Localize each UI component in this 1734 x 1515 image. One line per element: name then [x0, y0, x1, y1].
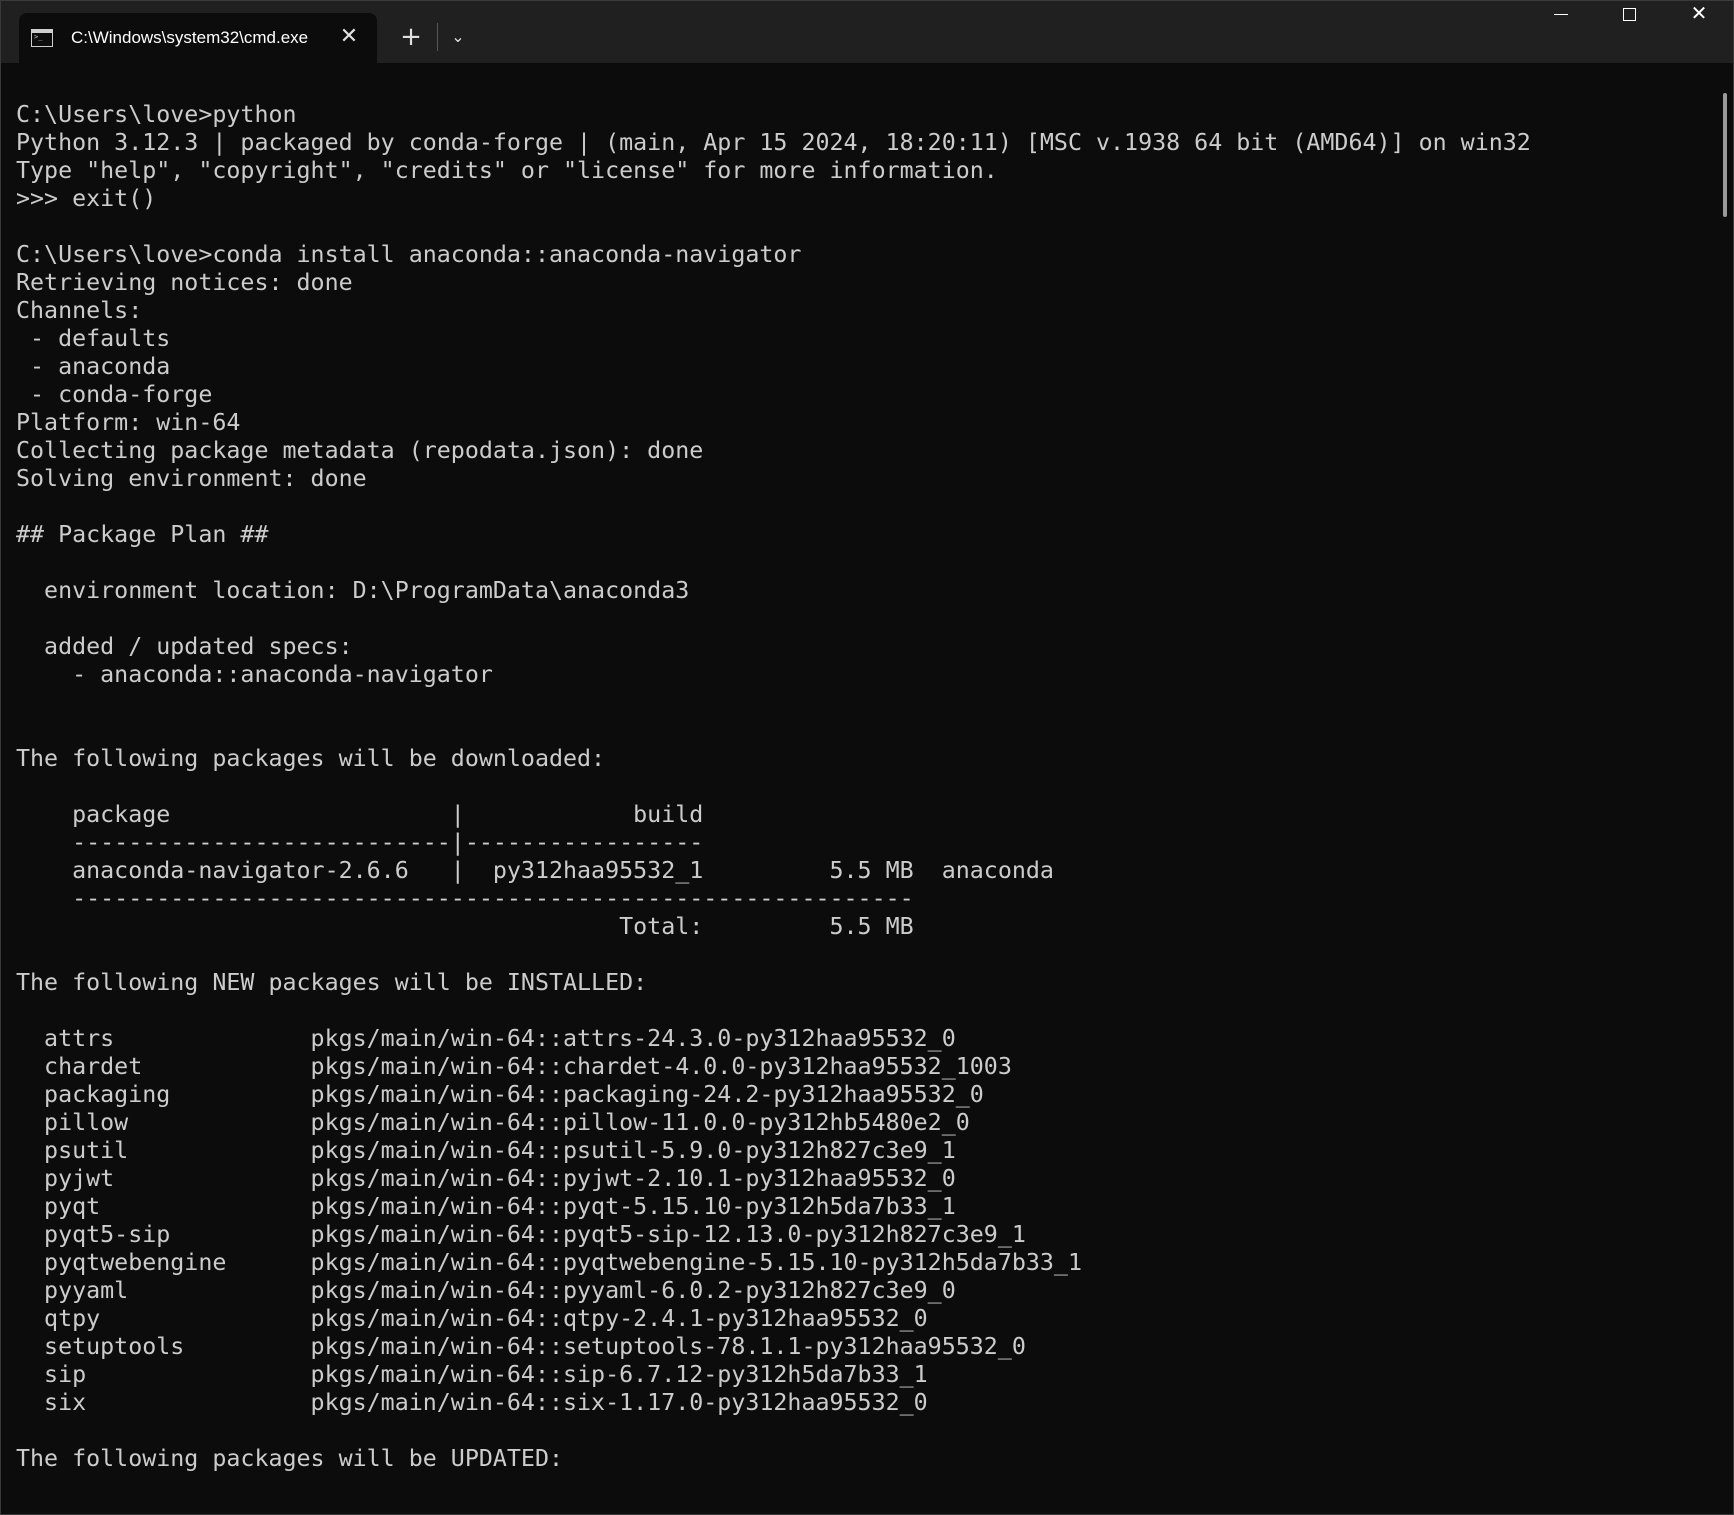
minimize-button[interactable]: [1527, 1, 1595, 63]
terminal-line: pyqt pkgs/main/win-64::pyqt-5.15.10-py31…: [16, 1193, 956, 1220]
tab-title: C:\Windows\system32\cmd.exe: [71, 28, 309, 47]
terminal-line: Type "help", "copyright", "credits" or "…: [16, 157, 998, 184]
terminal-line: added / updated specs:: [16, 633, 353, 660]
terminal-line: setuptools pkgs/main/win-64::setuptools-…: [16, 1333, 1026, 1360]
terminal-line: Retrieving notices: done: [16, 269, 353, 296]
maximize-icon: [1622, 8, 1636, 21]
terminal-line: six pkgs/main/win-64::six-1.17.0-py312ha…: [16, 1389, 928, 1416]
terminal-line: anaconda-navigator-2.6.6 | py312haa95532…: [16, 857, 1054, 884]
tab-divider: [437, 23, 438, 51]
terminal-line: sip pkgs/main/win-64::sip-6.7.12-py312h5…: [16, 1361, 928, 1388]
terminal-output[interactable]: C:\Users\love>python Python 3.12.3 | pac…: [16, 101, 1706, 1511]
terminal-line: - defaults: [16, 325, 171, 352]
terminal-line: psutil pkgs/main/win-64::psutil-5.9.0-py…: [16, 1137, 956, 1164]
title-bar[interactable]: C:\Windows\system32\cmd.exe ✕ + ⌄ ✕: [1, 1, 1733, 63]
terminal-line: Solving environment: done: [16, 465, 367, 492]
close-tab-icon[interactable]: ✕: [335, 23, 363, 51]
terminal-line: - anaconda::anaconda-navigator: [16, 661, 493, 688]
terminal-line: Channels:: [16, 297, 143, 324]
terminal-line: The following NEW packages will be INSTA…: [16, 969, 648, 996]
new-tab-button[interactable]: +: [393, 19, 429, 55]
terminal-line: >>> exit(): [16, 185, 157, 212]
cmd-icon: [31, 29, 53, 47]
terminal-line: Platform: win-64: [16, 409, 241, 436]
terminal-text: C:\Users\love>python Python 3.12.3 | pac…: [16, 101, 1706, 1473]
terminal-line: C:\Users\love>conda install anaconda::an…: [16, 241, 802, 268]
terminal-line: Python 3.12.3 | packaged by conda-forge …: [16, 129, 1531, 156]
terminal-line: - conda-forge: [16, 381, 213, 408]
terminal-line: pyyaml pkgs/main/win-64::pyyaml-6.0.2-py…: [16, 1277, 956, 1304]
terminal-line: ----------------------------------------…: [16, 885, 914, 912]
terminal-line: ---------------------------|------------…: [16, 829, 704, 856]
terminal-line: The following packages will be downloade…: [16, 745, 606, 772]
terminal-line: attrs pkgs/main/win-64::attrs-24.3.0-py3…: [16, 1025, 956, 1052]
terminal-line: environment location: D:\ProgramData\ana…: [16, 577, 690, 604]
terminal-line: Collecting package metadata (repodata.js…: [16, 437, 704, 464]
terminal-line: pyqtwebengine pkgs/main/win-64::pyqtwebe…: [16, 1249, 1082, 1276]
terminal-line: pyjwt pkgs/main/win-64::pyjwt-2.10.1-py3…: [16, 1165, 956, 1192]
maximize-button[interactable]: [1595, 1, 1663, 63]
minimize-icon: [1554, 13, 1568, 16]
terminal-line: ## Package Plan ##: [16, 521, 269, 548]
terminal-line: chardet pkgs/main/win-64::chardet-4.0.0-…: [16, 1053, 1012, 1080]
close-window-button[interactable]: ✕: [1665, 1, 1733, 63]
terminal-line: The following packages will be UPDATED:: [16, 1445, 564, 1472]
terminal-line: qtpy pkgs/main/win-64::qtpy-2.4.1-py312h…: [16, 1305, 928, 1332]
terminal-line: pillow pkgs/main/win-64::pillow-11.0.0-p…: [16, 1109, 970, 1136]
terminal-line: packaging pkgs/main/win-64::packaging-24…: [16, 1081, 984, 1108]
terminal-line: package | build: [16, 801, 704, 828]
terminal-window: C:\Windows\system32\cmd.exe ✕ + ⌄ ✕ C:\U…: [0, 0, 1734, 1515]
terminal-line: pyqt5-sip pkgs/main/win-64::pyqt5-sip-12…: [16, 1221, 1026, 1248]
tab-cmd[interactable]: C:\Windows\system32\cmd.exe ✕: [19, 13, 377, 63]
terminal-line: - anaconda: [16, 353, 171, 380]
scrollbar-thumb[interactable]: [1723, 93, 1727, 217]
terminal-line: Total: 5.5 MB: [16, 913, 914, 940]
terminal-line: C:\Users\love>python: [16, 101, 297, 128]
chevron-down-icon[interactable]: ⌄: [445, 19, 471, 55]
